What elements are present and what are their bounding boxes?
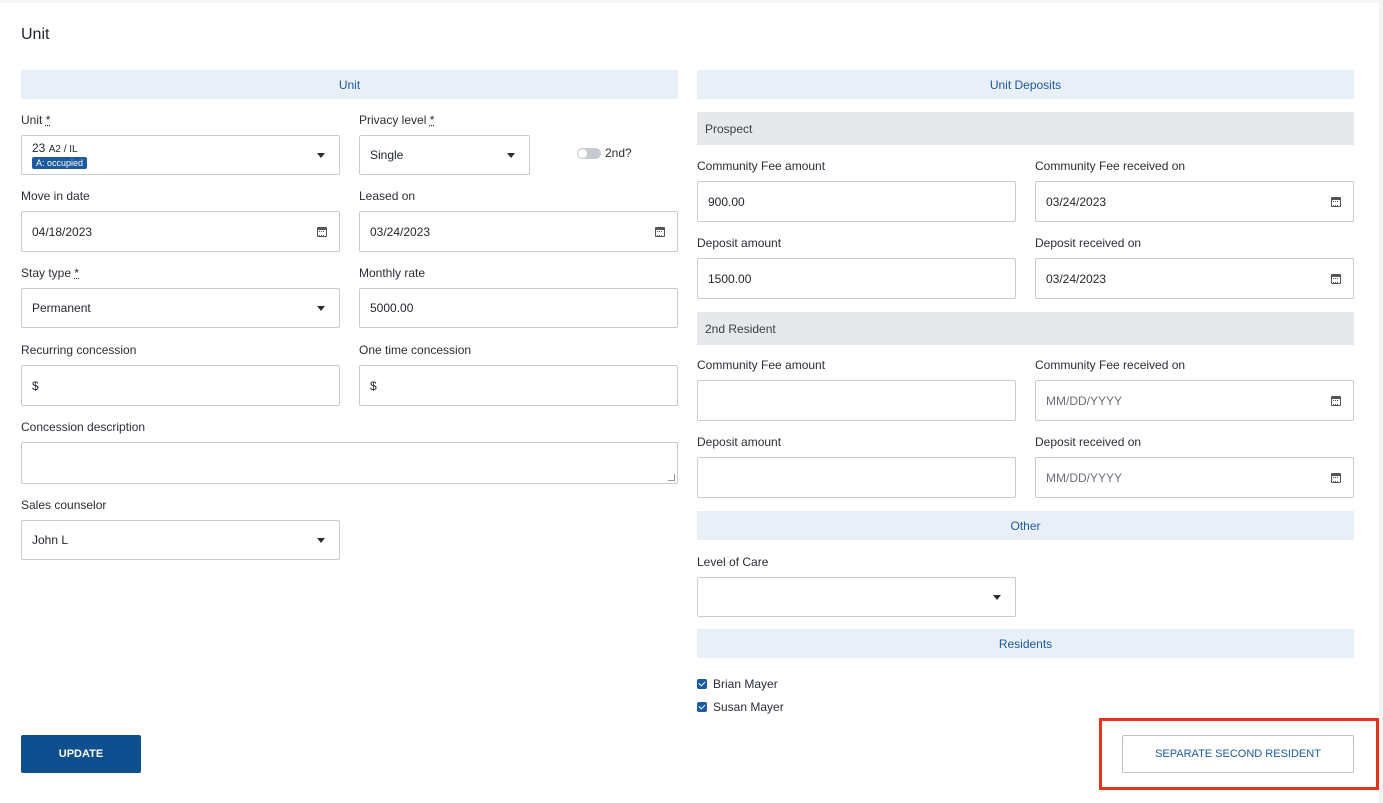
toggle-switch-icon [577, 147, 601, 159]
recurring-concession-input[interactable]: $ [21, 365, 340, 406]
prospect-deposit-received-input[interactable]: 03/24/2023 [1035, 258, 1354, 299]
checkbox-checked-icon[interactable] [697, 679, 707, 689]
chevron-down-icon [317, 152, 325, 158]
leased-on-input[interactable]: 03/24/2023 [359, 211, 678, 252]
subsection-header-2nd-resident: 2nd Resident [697, 312, 1354, 345]
chevron-down-icon [317, 537, 325, 543]
date-placeholder: MM/DD/YYYY [1046, 470, 1123, 485]
separate-second-resident-button[interactable]: SEPARATE SECOND RESIDENT [1122, 735, 1354, 773]
sales-counselor-label: Sales counselor [21, 498, 107, 512]
unit-label: Unit * [21, 113, 51, 127]
top-border [0, 0, 1383, 3]
sales-counselor-value: John L [32, 533, 69, 547]
move-in-date-label: Move in date [21, 189, 90, 203]
dollar-prefix: $ [370, 378, 377, 393]
privacy-level-label: Privacy level * [359, 113, 435, 127]
monthly-rate-label: Monthly rate [359, 266, 426, 280]
level-of-care-label: Level of Care [697, 555, 769, 569]
privacy-level-value: Single [370, 148, 404, 162]
second-toggle-label: 2nd? [605, 146, 632, 160]
second-deposit-amount-label: Deposit amount [697, 435, 782, 449]
prospect-deposit-amount-label: Deposit amount [697, 236, 782, 250]
stay-type-label: Stay type * [21, 266, 80, 280]
prospect-community-fee-amount-input[interactable]: 900.00 [697, 181, 1016, 222]
section-header-residents: Residents [697, 629, 1354, 658]
section-header-unit: Unit [21, 70, 678, 99]
prospect-deposit-amount-input[interactable]: 1500.00 [697, 258, 1016, 299]
move-in-date-input[interactable]: 04/18/2023 [21, 211, 340, 252]
monthly-rate-value: 5000.00 [370, 301, 414, 315]
monthly-rate-input[interactable]: 5000.00 [359, 288, 678, 328]
calendar-icon[interactable] [1331, 196, 1341, 207]
checkbox-checked-icon[interactable] [697, 702, 707, 712]
concession-description-textarea[interactable] [21, 442, 678, 484]
leased-on-value: 03/24/2023 [370, 224, 431, 239]
concession-description-label: Concession description [21, 420, 146, 434]
calendar-icon[interactable] [655, 226, 665, 237]
prospect-community-fee-received-label: Community Fee received on [1035, 159, 1186, 173]
update-button[interactable]: UPDATE [21, 735, 141, 773]
calendar-icon[interactable] [1331, 395, 1341, 406]
chevron-down-icon [507, 152, 515, 158]
date-placeholder: MM/DD/YYYY [1046, 393, 1123, 408]
section-header-unit-deposits: Unit Deposits [697, 70, 1354, 99]
right-border [1379, 0, 1383, 803]
prospect-deposit-received-value: 03/24/2023 [1046, 271, 1107, 286]
page-title: Unit [21, 26, 50, 43]
resident-name: Susan Mayer [713, 700, 784, 714]
dollar-prefix: $ [32, 378, 39, 393]
prospect-community-fee-received-value: 03/24/2023 [1046, 194, 1107, 209]
second-community-fee-amount-input[interactable] [697, 380, 1016, 421]
chevron-down-icon [317, 305, 325, 311]
second-deposit-received-input[interactable]: MM/DD/YYYY [1035, 457, 1354, 498]
resident-checkbox-row[interactable]: Susan Mayer [697, 700, 784, 714]
move-in-date-value: 04/18/2023 [32, 224, 93, 239]
privacy-level-select[interactable]: Single [359, 135, 530, 175]
second-deposit-received-label: Deposit received on [1035, 435, 1142, 449]
prospect-community-fee-received-input[interactable]: 03/24/2023 [1035, 181, 1354, 222]
second-deposit-amount-input[interactable] [697, 457, 1016, 498]
leased-on-label: Leased on [359, 189, 416, 203]
unit-status-badge: A: occupied [32, 157, 88, 169]
resident-checkbox-row[interactable]: Brian Mayer [697, 677, 778, 691]
one-time-concession-label: One time concession [359, 343, 472, 357]
unit-detail: A2 / IL [48, 144, 78, 155]
recurring-concession-label: Recurring concession [21, 343, 137, 357]
second-community-fee-received-label: Community Fee received on [1035, 358, 1186, 372]
subsection-header-prospect: Prospect [697, 112, 1354, 145]
calendar-icon[interactable] [1331, 273, 1341, 284]
unit-select[interactable]: 23 A2 / IL A: occupied [21, 135, 340, 175]
chevron-down-icon [993, 594, 1001, 600]
prospect-community-fee-amount-value: 900.00 [708, 194, 745, 209]
sales-counselor-select[interactable]: John L [21, 520, 340, 560]
resize-handle-icon[interactable] [668, 474, 675, 481]
second-resident-toggle[interactable]: 2nd? [577, 146, 632, 160]
prospect-deposit-received-label: Deposit received on [1035, 236, 1142, 250]
prospect-deposit-amount-value: 1500.00 [708, 271, 752, 286]
prospect-community-fee-amount-label: Community Fee amount [697, 159, 826, 173]
calendar-icon[interactable] [1331, 472, 1341, 483]
stay-type-select[interactable]: Permanent [21, 288, 340, 328]
one-time-concession-input[interactable]: $ [359, 365, 678, 406]
stay-type-value: Permanent [32, 301, 91, 315]
level-of-care-select[interactable] [697, 577, 1016, 617]
calendar-icon[interactable] [317, 226, 327, 237]
resident-name: Brian Mayer [713, 677, 778, 691]
second-community-fee-amount-label: Community Fee amount [697, 358, 826, 372]
unit-number: 23 [32, 141, 46, 155]
second-community-fee-received-input[interactable]: MM/DD/YYYY [1035, 380, 1354, 421]
section-header-other: Other [697, 511, 1354, 540]
